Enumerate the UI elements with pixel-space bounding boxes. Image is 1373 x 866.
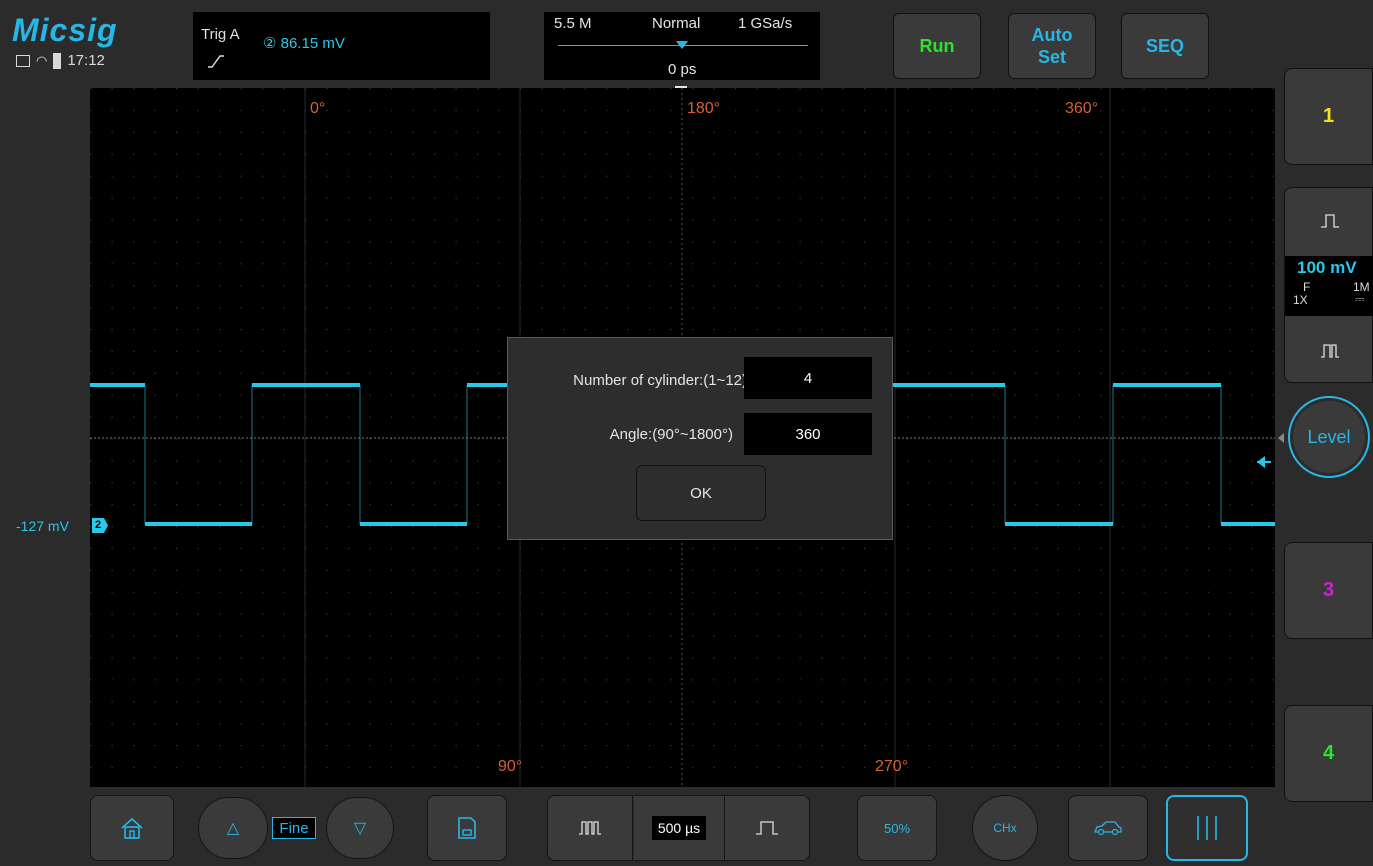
trigger-level-arrow-icon xyxy=(1257,456,1265,468)
seq-button[interactable]: SEQ xyxy=(1121,13,1209,79)
channel-3-button[interactable]: 3 xyxy=(1284,542,1373,639)
channel-1-button[interactable]: 1 xyxy=(1284,68,1373,165)
angle-input[interactable]: 360 xyxy=(744,413,872,455)
auto-set-button[interactable]: Auto Set xyxy=(1008,13,1096,79)
trigger-channel-marker: ② xyxy=(263,35,277,52)
memory-position-knob[interactable] xyxy=(676,41,688,49)
status-bar: ◠ 17:12 xyxy=(16,52,105,69)
save-icon xyxy=(458,817,476,839)
battery-icon xyxy=(53,52,62,69)
menu-button[interactable] xyxy=(1166,795,1248,861)
phase-label-90: 90° xyxy=(498,758,523,775)
auto-set-line2: Set xyxy=(1037,47,1066,67)
clock: 17:12 xyxy=(67,52,105,69)
fine-toggle[interactable]: Fine xyxy=(272,817,316,839)
run-button[interactable]: Run xyxy=(893,13,981,79)
dc-coupling-icon: ⎓ xyxy=(1355,292,1365,306)
ch2-probe: 1X xyxy=(1293,293,1308,307)
memory-depth: 5.5 M xyxy=(554,15,592,32)
channel-2-panel[interactable]: 100 mV F 1M 1X ⎓ xyxy=(1284,187,1373,383)
scale-up-icon[interactable] xyxy=(1320,214,1340,228)
timebase-panel[interactable]: 5.5 M Normal 1 GSa/s 0 ps xyxy=(544,12,820,80)
cylinders-input[interactable]: 4 xyxy=(744,357,872,399)
ch2-offset-label: -127 mV xyxy=(16,518,69,534)
timebase-display: 500 µs xyxy=(634,795,724,861)
timebase-increase-button[interactable] xyxy=(724,795,810,861)
home-button[interactable] xyxy=(90,795,174,861)
wifi-icon: ◠ xyxy=(36,52,48,68)
fine-adjust-group: △ Fine ▽ xyxy=(198,797,394,859)
triangle-up-icon: △ xyxy=(226,820,240,837)
decrease-button[interactable]: ▽ xyxy=(326,797,394,859)
trigger-panel[interactable]: Trig A ② 86.15 mV xyxy=(193,12,490,80)
horizontal-offset: 0 ps xyxy=(668,61,697,78)
monitor-icon xyxy=(16,54,30,67)
channel-4-button[interactable]: 4 xyxy=(1284,705,1373,802)
scale-down-icon[interactable] xyxy=(1320,344,1340,358)
home-icon xyxy=(121,817,143,839)
trigger-source: Trig A xyxy=(201,26,240,43)
menu-bars-icon xyxy=(1197,816,1217,840)
increase-button[interactable]: △ xyxy=(198,797,268,859)
ch2-scale-box: 100 mV F 1M 1X ⎓ xyxy=(1285,256,1373,316)
fifty-percent-button[interactable]: 50% xyxy=(857,795,937,861)
rising-edge-icon xyxy=(208,55,224,68)
save-button[interactable] xyxy=(427,795,507,861)
phase-label-0: 0° xyxy=(310,100,326,117)
phase-label-180: 180° xyxy=(687,100,721,117)
brand-logo: Micsig xyxy=(12,12,118,48)
auto-set-line1: Auto xyxy=(1031,25,1073,45)
ok-button[interactable]: OK xyxy=(636,465,766,521)
cylinders-label: Number of cylinder:(1~12) xyxy=(573,372,747,389)
timebase-value: 500 µs xyxy=(651,816,707,840)
angle-label: Angle:(90°~1800°) xyxy=(609,426,733,443)
phase-label-360: 360° xyxy=(1065,100,1099,117)
cylinder-settings-dialog: Number of cylinder:(1~12) 4 Angle:(90°~1… xyxy=(507,337,893,540)
level-knob-button[interactable]: Level xyxy=(1288,396,1370,478)
phase-label-270: 270° xyxy=(875,758,909,775)
triangle-down-icon: ▽ xyxy=(353,820,367,837)
trigger-level: ② 86.15 mV xyxy=(263,34,345,52)
ch2-scale: 100 mV xyxy=(1297,258,1357,277)
trigger-level-value: 86.15 mV xyxy=(280,35,345,52)
chx-button[interactable]: CHx xyxy=(972,795,1038,861)
pulse-narrow-icon xyxy=(579,821,601,835)
sample-rate: 1 GSa/s xyxy=(738,15,793,32)
pulse-wide-icon xyxy=(756,821,778,835)
car-icon xyxy=(1094,821,1122,836)
automotive-button[interactable] xyxy=(1068,795,1148,861)
ch2-coupling: F xyxy=(1303,280,1311,294)
timebase-decrease-button[interactable] xyxy=(547,795,633,861)
acquire-mode: Normal xyxy=(652,15,701,32)
level-pointer-icon xyxy=(1278,433,1284,443)
